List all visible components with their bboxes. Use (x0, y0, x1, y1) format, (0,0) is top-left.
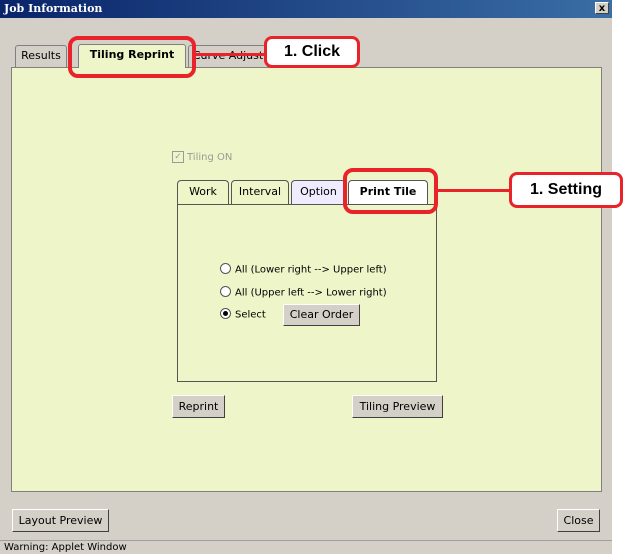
checkbox-check-icon: ✓ (172, 151, 184, 163)
reprint-button[interactable]: Reprint (172, 395, 225, 418)
tiling-reprint-highlight (68, 36, 196, 78)
click-callout: 1. Click (264, 36, 360, 68)
radio-label: All (Upper left --> Lower right) (235, 287, 387, 299)
radio-button-icon (220, 286, 231, 297)
radio-lower-right-to-upper-left[interactable]: All (Lower right --> Upper left) (220, 263, 387, 276)
tiling-preview-button[interactable]: Tiling Preview (352, 395, 443, 418)
tab-interval[interactable]: Interval (231, 180, 289, 204)
tiling-on-label: Tiling ON (187, 152, 233, 163)
radio-label: All (Lower right --> Upper left) (235, 264, 387, 276)
print-tile-highlight (343, 168, 438, 214)
tab-results[interactable]: Results (15, 45, 67, 67)
radio-button-icon (220, 263, 231, 274)
tab-option[interactable]: Option (291, 180, 346, 204)
radio-selected-icon (220, 308, 231, 319)
tiling-on-checkbox[interactable]: ✓ Tiling ON (172, 151, 232, 163)
layout-preview-button[interactable]: Layout Preview (12, 509, 109, 532)
setting-callout: 1. Setting (509, 172, 623, 208)
tab-work[interactable]: Work (177, 180, 229, 204)
job-information-window: Job Information x Results Tiling Reprint… (0, 0, 612, 554)
click-connector (196, 53, 264, 56)
setting-connector (438, 189, 509, 192)
radio-upper-left-to-lower-right[interactable]: All (Upper left --> Lower right) (220, 286, 387, 299)
radio-select[interactable]: Select (220, 308, 266, 321)
close-button[interactable]: Close (557, 509, 600, 532)
window-title: Job Information (4, 2, 103, 15)
tab-curve-adjust[interactable]: Curve Adjust (188, 45, 268, 67)
radio-label: Select (235, 309, 266, 321)
clear-order-button[interactable]: Clear Order (283, 304, 360, 326)
status-bar: Warning: Applet Window (0, 540, 612, 554)
close-icon[interactable]: x (595, 2, 609, 14)
title-bar: Job Information x (0, 0, 612, 18)
